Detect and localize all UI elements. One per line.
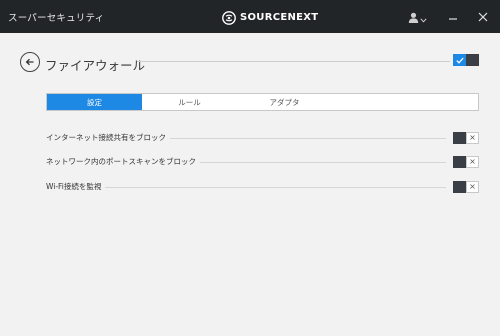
toggle-off-icon: ×: [466, 132, 479, 144]
toggle-on-indicator: [453, 54, 466, 66]
toggle-knob: [453, 181, 466, 193]
setting-row-ics-block: インターネット接続共有をブロック ×: [46, 132, 479, 144]
setting-row-portscan-block: ネットワーク内のポートスキャンをブロック ×: [46, 156, 479, 168]
minimize-icon: [449, 18, 457, 20]
app-title: スーパーセキュリティ: [8, 13, 105, 24]
toggle-off-icon: ×: [466, 181, 479, 193]
title-bar: スーパーセキュリティ SOURCENEXT: [0, 0, 500, 33]
brand-text: SOURCENEXT: [240, 11, 319, 23]
firewall-master-toggle[interactable]: [453, 54, 479, 66]
tab-rules[interactable]: ルール: [142, 94, 237, 110]
chevron-down-icon: [420, 8, 427, 27]
brand-logo: SOURCENEXT: [222, 9, 318, 25]
tab-bar: 設定 ルール アダプタ: [46, 93, 479, 111]
arrow-left-icon: [25, 58, 34, 66]
check-icon: [455, 57, 464, 64]
tab-adapters[interactable]: アダプタ: [237, 94, 332, 110]
back-button[interactable]: [20, 52, 40, 72]
close-icon: [478, 12, 488, 22]
toggle-knob: [453, 132, 466, 144]
minimize-button[interactable]: [444, 8, 462, 26]
setting-label: インターネット接続共有をブロック: [46, 132, 170, 144]
wifi-monitor-toggle[interactable]: ×: [453, 181, 479, 193]
toggle-knob: [466, 54, 479, 66]
page-title: ファイアウォール: [45, 58, 146, 73]
setting-row-wifi-monitor: Wi-Fi接続を監視 ×: [46, 181, 479, 193]
toggle-knob: [453, 156, 466, 168]
user-icon: [408, 8, 419, 27]
tab-settings[interactable]: 設定: [47, 94, 142, 110]
close-button[interactable]: [474, 8, 492, 26]
setting-label: ネットワーク内のポートスキャンをブロック: [46, 156, 200, 168]
header-divider: [137, 61, 450, 62]
setting-label: Wi-Fi接続を監視: [46, 181, 106, 193]
ics-block-toggle[interactable]: ×: [453, 132, 479, 144]
brand-mark-icon: [222, 10, 236, 25]
portscan-block-toggle[interactable]: ×: [453, 156, 479, 168]
row-divider: [46, 187, 446, 188]
toggle-off-icon: ×: [466, 156, 479, 168]
user-menu-button[interactable]: [408, 10, 428, 24]
